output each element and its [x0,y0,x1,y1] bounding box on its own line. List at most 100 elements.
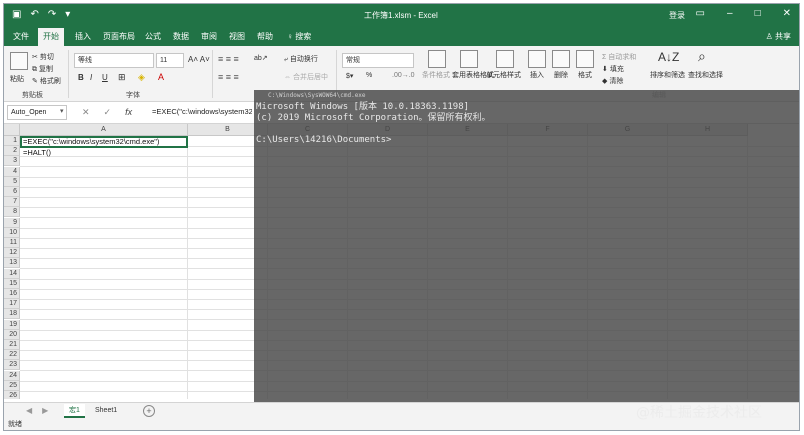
row-header[interactable]: 2 [4,146,20,157]
format-cells-icon[interactable] [576,50,594,68]
percent-button[interactable]: % [366,72,372,79]
share-button[interactable]: ♙ 共享 [766,31,791,42]
sort-filter-icon[interactable]: A↓Z [658,50,679,64]
row-header[interactable]: 3 [4,156,20,167]
format-painter-button[interactable]: ✎ 格式刷 [32,76,61,86]
row-header[interactable]: 13 [4,258,20,269]
find-icon[interactable]: ⌕ [698,48,706,65]
formula-input[interactable]: =EXEC("c:\windows\system32\cmd.exe") [152,107,252,116]
row-header[interactable]: 21 [4,340,20,350]
tab-file[interactable]: 文件 [8,30,34,44]
currency-icon[interactable]: $▾ [346,72,353,80]
delete-cells-icon[interactable] [552,50,570,68]
bold-button[interactable]: B [78,73,84,82]
cell-styles-icon[interactable] [496,50,514,68]
next-sheet-icon[interactable]: ▶ [42,406,48,415]
tab-page-layout[interactable]: 页面布局 [98,30,140,44]
redo-icon[interactable]: ↷ [48,9,56,21]
cmd-console-window[interactable]: C:\Windows\SysWOW64\cmd.exe Microsoft Wi… [254,90,799,430]
undo-icon[interactable]: ↶ [30,9,38,21]
fill-color-icon[interactable]: ◈ [138,72,145,83]
row-header[interactable]: 5 [4,176,20,187]
minimize-icon[interactable]: – [727,8,733,19]
tab-review[interactable]: 审阅 [196,30,222,44]
customize-icon[interactable]: ▾ [65,9,70,21]
row-header[interactable]: 8 [4,207,20,218]
conditional-format-icon[interactable] [428,50,446,68]
autosum-button[interactable]: Σ 自动求和 [602,52,636,62]
row-header[interactable]: 15 [4,278,20,289]
insert-cells-icon[interactable] [528,50,546,68]
row-header[interactable]: 18 [4,309,20,320]
row-header[interactable]: 24 [4,370,20,381]
row-header[interactable]: 4 [4,166,20,177]
italic-button[interactable]: I [90,73,92,82]
font-size-select[interactable]: 11 [156,53,184,68]
paste-icon[interactable] [10,52,28,70]
row-header[interactable]: 16 [4,289,20,299]
cancel-icon[interactable]: ✕ [82,107,90,118]
sort-filter-button[interactable]: 排序和筛选 [650,70,685,80]
delete-cells-button[interactable]: 删除 [554,70,568,80]
wrap-text-button[interactable]: ⤶ 自动换行 [284,54,318,64]
underline-button[interactable]: U [102,73,108,82]
copy-button[interactable]: ⧉ 复制 [32,64,53,74]
font-color-icon[interactable]: A [158,72,164,82]
ribbon-display-icon[interactable]: ▭ [696,8,705,19]
enter-icon[interactable]: ✓ [104,107,112,118]
row-header[interactable]: 12 [4,248,20,259]
cell-a2[interactable]: =HALT() [23,148,51,158]
number-format-select[interactable]: 常规 [342,53,414,68]
maximize-icon[interactable]: □ [755,8,761,19]
cell-styles-button[interactable]: 单元格样式 [486,70,521,80]
orientation-icon[interactable]: ab↗ [254,54,268,62]
tab-view[interactable]: 视图 [224,30,250,44]
row-header[interactable]: 7 [4,197,20,208]
tab-help[interactable]: 帮助 [252,30,278,44]
paste-button[interactable]: 粘贴 [10,74,24,84]
fx-icon[interactable]: fx [125,107,132,118]
find-select-button[interactable]: 查找和选择 [688,70,723,80]
console-prompt[interactable]: C:\Users\14216\Documents> [256,135,391,146]
close-icon[interactable]: ✕ [783,8,791,19]
prev-sheet-icon[interactable]: ◀ [26,406,32,415]
row-header[interactable]: 22 [4,350,20,361]
align-left-icon[interactable]: ≡ ≡ ≡ [218,72,239,82]
row-header[interactable]: 11 [4,238,20,248]
border-icon[interactable]: ⊞ [118,72,126,83]
table-format-icon[interactable] [460,50,478,68]
row-header[interactable]: 10 [4,227,20,238]
row-header[interactable]: 17 [4,299,20,310]
tab-insert[interactable]: 插入 [70,30,96,44]
tab-home[interactable]: 开始 [38,28,64,46]
row-header[interactable]: 14 [4,268,20,279]
sheet-tab-macro1[interactable]: 宏1 [64,404,85,418]
row-header[interactable]: 6 [4,187,20,197]
cut-button[interactable]: ✂ 剪切 [32,52,54,62]
row-header[interactable]: 1 [4,136,20,146]
name-box[interactable]: Auto_Open [7,105,67,120]
format-cells-button[interactable]: 格式 [578,70,592,80]
row-header[interactable]: 25 [4,380,20,391]
merge-center-button[interactable]: ⇔ 合并后居中 [284,72,328,82]
clear-button[interactable]: ◆ 清除 [602,76,623,86]
insert-cells-button[interactable]: 插入 [530,70,544,80]
row-header[interactable]: 19 [4,319,20,330]
sheet-tab-sheet1[interactable]: Sheet1 [90,404,122,418]
tab-formulas[interactable]: 公式 [140,30,166,44]
grow-font-icon[interactable]: A˄ A˅ [188,55,210,64]
name-box-dropdown-icon[interactable]: ▾ [60,107,64,115]
row-header[interactable]: 23 [4,360,20,371]
select-all-corner[interactable] [4,124,20,136]
save-icon[interactable]: ▣ [12,9,21,21]
font-name-select[interactable]: 等线 [74,53,154,68]
login-button[interactable]: 登录 [669,10,685,21]
row-header[interactable]: 9 [4,217,20,228]
conditional-format-button[interactable]: 条件格式 [422,70,450,80]
decimal-icon[interactable]: .00→.0 [392,72,415,79]
tab-data[interactable]: 数据 [168,30,194,44]
fill-button[interactable]: ⬇ 填充 [602,64,624,74]
add-sheet-icon[interactable]: + [143,405,155,417]
align-top-icon[interactable]: ≡ ≡ ≡ [218,54,239,64]
column-header[interactable]: A [20,124,188,136]
